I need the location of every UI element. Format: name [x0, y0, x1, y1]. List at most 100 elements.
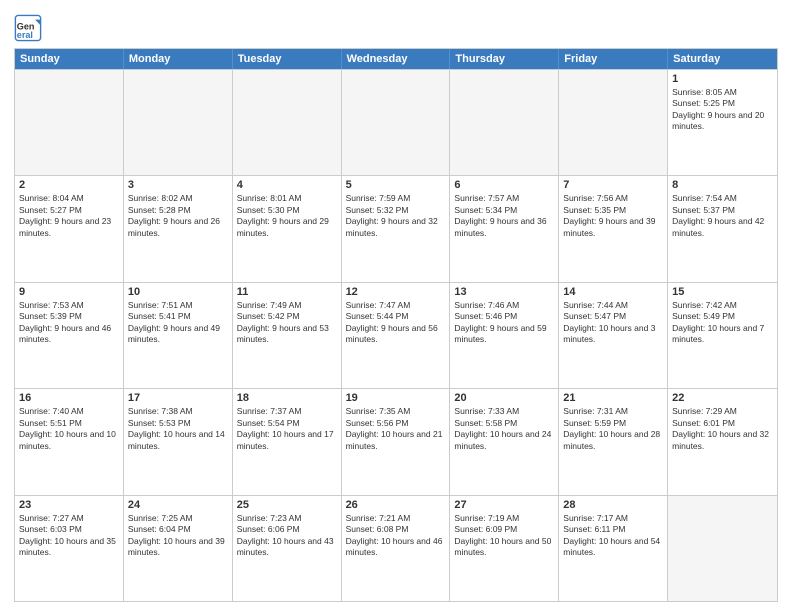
day-cell-10: 10 Sunrise: 7:51 AMSunset: 5:41 PMDayligh… [124, 283, 233, 388]
day-cell-24: 24 Sunrise: 7:25 AMSunset: 6:04 PMDayligh… [124, 496, 233, 601]
cell-info: Sunrise: 7:42 AMSunset: 5:49 PMDaylight:… [672, 300, 773, 346]
day-number: 14 [563, 286, 663, 298]
day-number: 22 [672, 392, 773, 404]
day-cell-17: 17 Sunrise: 7:38 AMSunset: 5:53 PMDayligh… [124, 389, 233, 494]
calendar: SundayMondayTuesdayWednesdayThursdayFrid… [14, 48, 778, 602]
cell-info: Sunrise: 8:02 AMSunset: 5:28 PMDaylight:… [128, 193, 228, 239]
day-number: 25 [237, 499, 337, 511]
svg-text:eral: eral [17, 30, 33, 40]
header-day-friday: Friday [559, 49, 668, 69]
empty-cell-0-3 [342, 70, 451, 175]
day-number: 12 [346, 286, 446, 298]
week-row-3: 16 Sunrise: 7:40 AMSunset: 5:51 PMDayligh… [15, 388, 777, 494]
cell-info: Sunrise: 7:37 AMSunset: 5:54 PMDaylight:… [237, 406, 337, 452]
day-cell-11: 11Sunrise: 7:49 AMSunset: 5:42 PMDayligh… [233, 283, 342, 388]
cell-info: Sunrise: 7:56 AMSunset: 5:35 PMDaylight:… [563, 193, 663, 239]
cell-info: Sunrise: 7:46 AMSunset: 5:46 PMDaylight:… [454, 300, 554, 346]
day-number: 6 [454, 179, 554, 191]
header-day-thursday: Thursday [450, 49, 559, 69]
empty-cell-0-5 [559, 70, 668, 175]
cell-info: Sunrise: 7:29 AMSunset: 6:01 PMDaylight:… [672, 406, 773, 452]
day-number: 4 [237, 179, 337, 191]
day-cell-9: 9 Sunrise: 7:53 AMSunset: 5:39 PMDaylight… [15, 283, 124, 388]
day-number: 18 [237, 392, 337, 404]
header-day-saturday: Saturday [668, 49, 777, 69]
day-cell-21: 21Sunrise: 7:31 AMSunset: 5:59 PMDayligh… [559, 389, 668, 494]
day-cell-13: 13 Sunrise: 7:46 AMSunset: 5:46 PMDayligh… [450, 283, 559, 388]
day-number: 17 [128, 392, 228, 404]
day-cell-20: 20 Sunrise: 7:33 AMSunset: 5:58 PMDayligh… [450, 389, 559, 494]
cell-info: Sunrise: 7:38 AMSunset: 5:53 PMDaylight:… [128, 406, 228, 452]
empty-cell-0-0 [15, 70, 124, 175]
day-cell-19: 19 Sunrise: 7:35 AMSunset: 5:56 PMDayligh… [342, 389, 451, 494]
cell-info: Sunrise: 7:33 AMSunset: 5:58 PMDaylight:… [454, 406, 554, 452]
cell-info: Sunrise: 8:01 AMSunset: 5:30 PMDaylight:… [237, 193, 337, 239]
day-number: 27 [454, 499, 554, 511]
day-number: 20 [454, 392, 554, 404]
day-cell-4: 4 Sunrise: 8:01 AMSunset: 5:30 PMDaylight… [233, 176, 342, 281]
logo: Gen eral [14, 14, 45, 42]
cell-info: Sunrise: 7:21 AMSunset: 6:08 PMDaylight:… [346, 513, 446, 559]
cell-info: Sunrise: 7:59 AMSunset: 5:32 PMDaylight:… [346, 193, 446, 239]
day-cell-12: 12Sunrise: 7:47 AMSunset: 5:44 PMDayligh… [342, 283, 451, 388]
day-cell-1: 1Sunrise: 8:05 AMSunset: 5:25 PMDaylight… [668, 70, 777, 175]
header-day-wednesday: Wednesday [342, 49, 451, 69]
day-number: 10 [128, 286, 228, 298]
day-cell-5: 5 Sunrise: 7:59 AMSunset: 5:32 PMDaylight… [342, 176, 451, 281]
day-cell-8: 8Sunrise: 7:54 AMSunset: 5:37 PMDaylight… [668, 176, 777, 281]
cell-info: Sunrise: 7:51 AMSunset: 5:41 PMDaylight:… [128, 300, 228, 346]
day-cell-22: 22 Sunrise: 7:29 AMSunset: 6:01 PMDayligh… [668, 389, 777, 494]
cell-info: Sunrise: 7:57 AMSunset: 5:34 PMDaylight:… [454, 193, 554, 239]
header: Gen eral [14, 10, 778, 42]
week-row-1: 2 Sunrise: 8:04 AMSunset: 5:27 PMDaylight… [15, 175, 777, 281]
header-day-monday: Monday [124, 49, 233, 69]
cell-info: Sunrise: 8:05 AMSunset: 5:25 PMDaylight:… [672, 87, 773, 133]
empty-cell-0-4 [450, 70, 559, 175]
cell-info: Sunrise: 7:35 AMSunset: 5:56 PMDaylight:… [346, 406, 446, 452]
week-row-2: 9 Sunrise: 7:53 AMSunset: 5:39 PMDaylight… [15, 282, 777, 388]
day-cell-6: 6 Sunrise: 7:57 AMSunset: 5:34 PMDaylight… [450, 176, 559, 281]
cell-info: Sunrise: 7:19 AMSunset: 6:09 PMDaylight:… [454, 513, 554, 559]
day-number: 7 [563, 179, 663, 191]
week-row-0: 1Sunrise: 8:05 AMSunset: 5:25 PMDaylight… [15, 69, 777, 175]
day-cell-3: 3 Sunrise: 8:02 AMSunset: 5:28 PMDaylight… [124, 176, 233, 281]
empty-cell-4-6 [668, 496, 777, 601]
cell-info: Sunrise: 8:04 AMSunset: 5:27 PMDaylight:… [19, 193, 119, 239]
logo-icon: Gen eral [14, 14, 42, 42]
day-number: 9 [19, 286, 119, 298]
day-number: 28 [563, 499, 663, 511]
day-cell-2: 2 Sunrise: 8:04 AMSunset: 5:27 PMDaylight… [15, 176, 124, 281]
cell-info: Sunrise: 7:25 AMSunset: 6:04 PMDaylight:… [128, 513, 228, 559]
day-number: 5 [346, 179, 446, 191]
day-cell-14: 14 Sunrise: 7:44 AMSunset: 5:47 PMDayligh… [559, 283, 668, 388]
day-cell-25: 25 Sunrise: 7:23 AMSunset: 6:06 PMDayligh… [233, 496, 342, 601]
day-number: 11 [237, 286, 337, 298]
day-cell-28: 28 Sunrise: 7:17 AMSunset: 6:11 PMDayligh… [559, 496, 668, 601]
day-number: 21 [563, 392, 663, 404]
day-cell-26: 26 Sunrise: 7:21 AMSunset: 6:08 PMDayligh… [342, 496, 451, 601]
day-number: 26 [346, 499, 446, 511]
day-number: 24 [128, 499, 228, 511]
day-cell-16: 16 Sunrise: 7:40 AMSunset: 5:51 PMDayligh… [15, 389, 124, 494]
day-number: 2 [19, 179, 119, 191]
page: Gen eral SundayMondayTuesdayWednesdayThu… [0, 0, 792, 612]
day-number: 8 [672, 179, 773, 191]
day-number: 19 [346, 392, 446, 404]
cell-info: Sunrise: 7:17 AMSunset: 6:11 PMDaylight:… [563, 513, 663, 559]
week-row-4: 23Sunrise: 7:27 AMSunset: 6:03 PMDayligh… [15, 495, 777, 601]
empty-cell-0-1 [124, 70, 233, 175]
cell-info: Sunrise: 7:44 AMSunset: 5:47 PMDaylight:… [563, 300, 663, 346]
day-number: 13 [454, 286, 554, 298]
cell-info: Sunrise: 7:53 AMSunset: 5:39 PMDaylight:… [19, 300, 119, 346]
day-cell-18: 18 Sunrise: 7:37 AMSunset: 5:54 PMDayligh… [233, 389, 342, 494]
day-number: 15 [672, 286, 773, 298]
header-day-tuesday: Tuesday [233, 49, 342, 69]
day-number: 3 [128, 179, 228, 191]
day-cell-7: 7 Sunrise: 7:56 AMSunset: 5:35 PMDaylight… [559, 176, 668, 281]
day-cell-15: 15 Sunrise: 7:42 AMSunset: 5:49 PMDayligh… [668, 283, 777, 388]
cell-info: Sunrise: 7:23 AMSunset: 6:06 PMDaylight:… [237, 513, 337, 559]
day-cell-23: 23Sunrise: 7:27 AMSunset: 6:03 PMDayligh… [15, 496, 124, 601]
cell-info: Sunrise: 7:27 AMSunset: 6:03 PMDaylight:… [19, 513, 119, 559]
cell-info: Sunrise: 7:40 AMSunset: 5:51 PMDaylight:… [19, 406, 119, 452]
day-number: 16 [19, 392, 119, 404]
